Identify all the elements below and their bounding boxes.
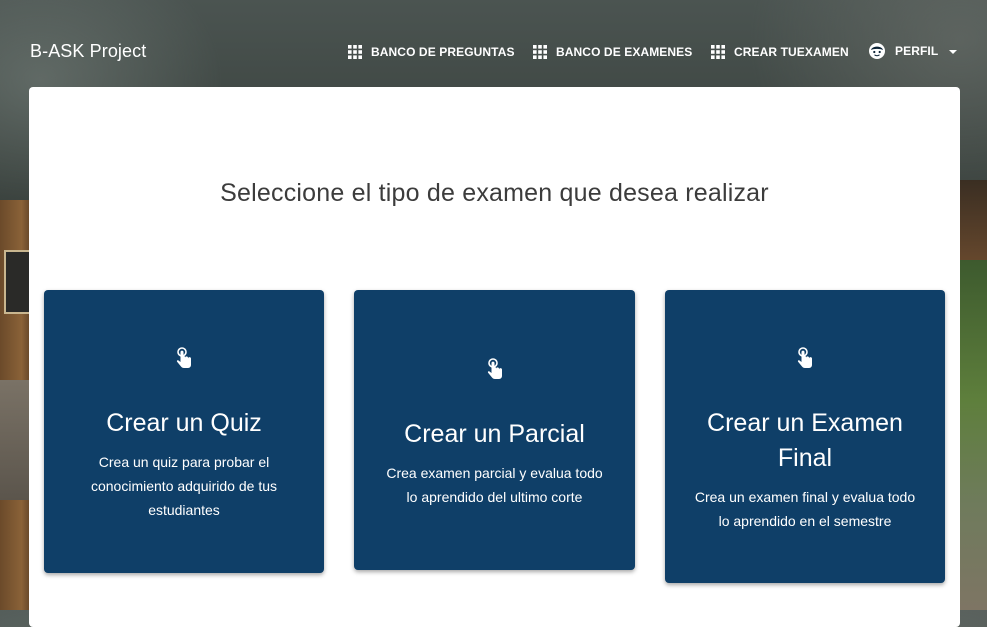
background-photo-roof xyxy=(960,180,987,270)
card-title: Crear un Parcial xyxy=(404,420,585,448)
nav-banco-de-examenes[interactable]: BANCO DE EXAMENES xyxy=(533,44,692,60)
card-title: Crear un Examen Final xyxy=(707,409,903,472)
grid-icon xyxy=(533,45,547,59)
grid-icon xyxy=(711,45,725,59)
nav-banco-de-preguntas[interactable]: BANCO DE PREGUNTAS xyxy=(348,44,515,60)
card-title: Crear un Quiz xyxy=(106,409,262,437)
tap-pointer-icon xyxy=(797,347,812,368)
nav-label: BANCO DE PREGUNTAS xyxy=(371,45,515,59)
background-photo-window xyxy=(4,250,32,314)
nav-label: BANCO DE EXAMENES xyxy=(556,45,693,59)
card-description: Crea un quiz para probar el conocimiento… xyxy=(90,454,277,518)
card-description: Crea un examen final y evalua todo lo ap… xyxy=(694,489,916,529)
card-crear-examen-final[interactable]: Crear un Examen Final Crea un examen fin… xyxy=(665,290,945,583)
top-navbar: B-ASK Project BANCO DE PREGUNTAS BANCO D… xyxy=(0,0,987,87)
brand-logo-link[interactable]: B-ASK Project xyxy=(30,41,146,62)
page-title: Seleccione el tipo de examen que desea r… xyxy=(220,179,769,207)
card-description: Crea examen parcial y evalua todo lo apr… xyxy=(386,465,603,505)
background-photo-grass xyxy=(960,260,987,610)
face-icon xyxy=(869,43,885,59)
main-panel: Seleccione el tipo de examen que desea r… xyxy=(29,87,960,627)
tap-pointer-icon xyxy=(176,347,191,368)
nav-label: CREAR TUEXAMEN xyxy=(734,45,849,59)
nav-crear-tu-examen[interactable]: CREAR TUEXAMEN xyxy=(711,44,849,60)
nav-perfil-dropdown[interactable]: PERFIL xyxy=(868,43,958,59)
card-crear-quiz[interactable]: Crear un Quiz Crea un quiz para probar e… xyxy=(44,290,324,573)
chevron-down-icon xyxy=(949,49,958,54)
tap-pointer-icon xyxy=(487,358,502,379)
grid-icon xyxy=(348,45,362,59)
nav-label: PERFIL xyxy=(895,44,939,58)
card-crear-parcial[interactable]: Crear un Parcial Crea examen parcial y e… xyxy=(354,290,635,570)
